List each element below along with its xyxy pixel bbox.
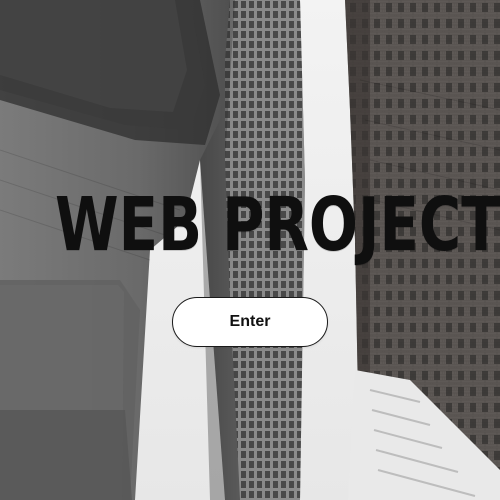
- landing-page: WEB PROJECT Enter: [0, 0, 500, 500]
- background-photo: [0, 0, 500, 500]
- enter-button[interactable]: Enter: [172, 297, 328, 347]
